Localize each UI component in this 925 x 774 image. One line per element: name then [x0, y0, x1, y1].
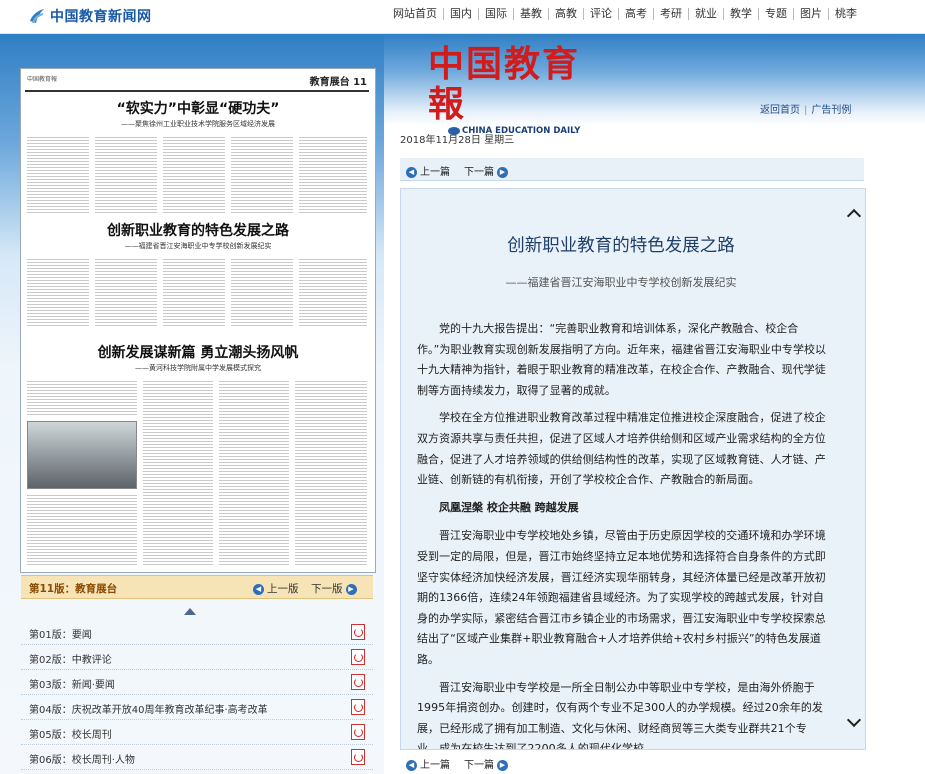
arrow-left-icon: ◀	[253, 583, 264, 595]
page-list-item[interactable]: 第06版：校长周刊·人物	[21, 745, 373, 770]
article-paragraph: 党的十九大报告提出：“完善职业教育和培训体系，深化产教融合、校企合作。”为职业教…	[417, 322, 827, 397]
np-subhead-2: ——福建省晋江安海职业中专学校创新发展纪实	[124, 242, 272, 250]
np-headline-3[interactable]: 创新发展谋新篇 勇立潮头扬风帆	[31, 342, 365, 362]
nav-item[interactable]: 基教	[513, 8, 548, 20]
nav-item[interactable]: 评论	[583, 8, 618, 20]
newspaper-page-label: 教育展台 11	[309, 77, 367, 88]
page-list-label: 第02版：中教评论	[29, 655, 112, 666]
page-list-label: 第06版：校长周刊·人物	[29, 755, 135, 766]
arrow-right-icon: ▶	[497, 759, 508, 771]
pdf-icon[interactable]	[351, 749, 365, 765]
nav-item[interactable]: 就业	[688, 8, 723, 20]
np-photo	[27, 421, 137, 489]
next-edition-link[interactable]: 下一版 ▶	[311, 581, 360, 596]
pdf-icon[interactable]	[351, 724, 365, 740]
newspaper-page-image[interactable]: 中国教育報 教育展台 11 “软实力”中彰显“硬功夫” ——聚焦徐州工业职业技术…	[20, 68, 376, 573]
arrow-left-icon: ◀	[406, 166, 417, 178]
nav-item[interactable]: 图片	[793, 8, 828, 20]
np-headline-1[interactable]: “软实力”中彰显“硬功夫”	[41, 98, 355, 118]
article-paragraph: 晋江安海职业中专学校地处乡镇，尽管由于历史原因学校的交通环境和办学环境受到一定的…	[417, 529, 826, 666]
page-list-label: 第03版：新闻·要闻	[29, 680, 115, 691]
pdf-icon[interactable]	[351, 674, 365, 690]
pdf-icon[interactable]	[351, 649, 365, 665]
article-paragraph: 晋江安海职业中专学校是一所全日制公办中等职业中专学校，是由海外侨胞于1995年捐…	[417, 680, 823, 750]
edition-label: 第11版：教育展台	[29, 583, 118, 595]
next-article-link[interactable]: 下一篇 ▶	[464, 756, 511, 771]
nav-item[interactable]: 网站首页	[387, 8, 443, 20]
arrow-right-icon: ▶	[345, 583, 357, 595]
page-list-label: 第05版：校长周刊	[29, 730, 112, 741]
header-links: 返回首页 | 广告刊例	[760, 105, 852, 116]
nav-item[interactable]: 高教	[548, 8, 583, 20]
edition-bar: 第11版：教育展台 ◀ 上一版 下一版 ▶	[21, 575, 373, 599]
nav-item[interactable]: 桃李	[828, 8, 863, 20]
np-subhead-1: ——聚焦徐州工业职业技术学院服务区域经济发展	[121, 120, 275, 128]
nav-item[interactable]: 考研	[653, 8, 688, 20]
site-logo[interactable]: 中国教育新闻网	[28, 6, 152, 26]
logo-icon	[30, 9, 44, 24]
next-article-link[interactable]: 下一篇 ▶	[464, 163, 511, 178]
page-list-label: 第04版：庆祝改革开放40周年教育改革纪事·高考改革	[29, 705, 268, 716]
np-subhead-3: ——黄河科技学院附属中学发展模式探究	[135, 364, 261, 372]
article-nav-bottom: ◀ 上一篇 下一篇 ▶	[400, 751, 864, 773]
pdf-icon[interactable]	[351, 699, 365, 715]
page-list: 第01版：要闻第02版：中教评论 第03版：新闻·要闻第04版：庆祝改革开放40周…	[21, 620, 373, 770]
prev-article-link[interactable]: ◀ 上一篇	[406, 163, 450, 178]
scroll-up-icon[interactable]	[846, 208, 862, 224]
brand-name-cn: 中国教育報	[428, 43, 581, 125]
nav-item[interactable]: 教学	[723, 8, 758, 20]
page-list-item[interactable]: 第05版：校长周刊	[21, 720, 373, 745]
page-list-label: 第01版：要闻	[29, 630, 92, 641]
page-list-item[interactable]: 第01版：要闻	[21, 620, 373, 645]
top-bar: 中国教育新闻网 网站首页 国内 国际 基教 高教 评论 高考 考研 就业 教学 专题 图片 桃李	[0, 0, 925, 34]
prev-article-link[interactable]: ◀ 上一篇	[406, 756, 450, 771]
article-subtitle: ——福建省晋江安海职业中专学校创新发展纪实	[505, 276, 737, 289]
article-paragraph: 学校在全方位推进职业教育改革过程中精准定位推进校企深度融合，促进了校企双方资源共…	[417, 411, 826, 487]
ad-rates-link[interactable]: 广告刊例	[811, 105, 851, 116]
newspaper-brand: 中国教育報 CHINA EDUCATION DAILY	[428, 44, 588, 136]
section-heading: 凤凰涅槃 校企共融 跨越发展	[439, 500, 579, 514]
nav-item[interactable]: 国内	[443, 8, 478, 20]
page-list-scroll-up[interactable]	[184, 608, 196, 615]
home-link[interactable]: 返回首页	[760, 105, 800, 116]
arrow-left-icon: ◀	[406, 759, 417, 771]
pdf-icon[interactable]	[351, 624, 365, 640]
nav-item[interactable]: 高考	[618, 8, 653, 20]
issue-date: 2018年11月28日 星期三	[400, 135, 515, 146]
nav-item[interactable]: 专题	[758, 8, 793, 20]
article-panel: 创新职业教育的特色发展之路 ——福建省晋江安海职业中专学校创新发展纪实 党的十九…	[400, 188, 866, 750]
article-body: 党的十九大报告提出：“完善职业教育和培训体系，深化产教融合、校企合作。”为职业教…	[417, 319, 827, 750]
logo-text: 中国教育新闻网	[50, 9, 152, 25]
article-nav-top: ◀ 上一篇 下一篇 ▶	[400, 158, 864, 181]
page-list-item[interactable]: 第03版：新闻·要闻	[21, 670, 373, 695]
np-headline-2[interactable]: 创新职业教育的特色发展之路	[41, 220, 355, 240]
arrow-right-icon: ▶	[497, 166, 508, 178]
page-list-item[interactable]: 第04版：庆祝改革开放40周年教育改革纪事·高考改革	[21, 695, 373, 720]
article-title: 创新职业教育的特色发展之路	[507, 236, 735, 256]
newspaper-header: 中国教育報 教育展台 11	[25, 72, 369, 92]
top-nav: 网站首页 国内 国际 基教 高教 评论 高考 考研 就业 教学 专题 图片 桃李	[387, 8, 863, 20]
scroll-down-icon[interactable]	[846, 712, 862, 728]
nav-item[interactable]: 国际	[478, 8, 513, 20]
prev-edition-link[interactable]: ◀ 上一版	[253, 581, 299, 596]
page-list-item[interactable]: 第02版：中教评论	[21, 645, 373, 670]
